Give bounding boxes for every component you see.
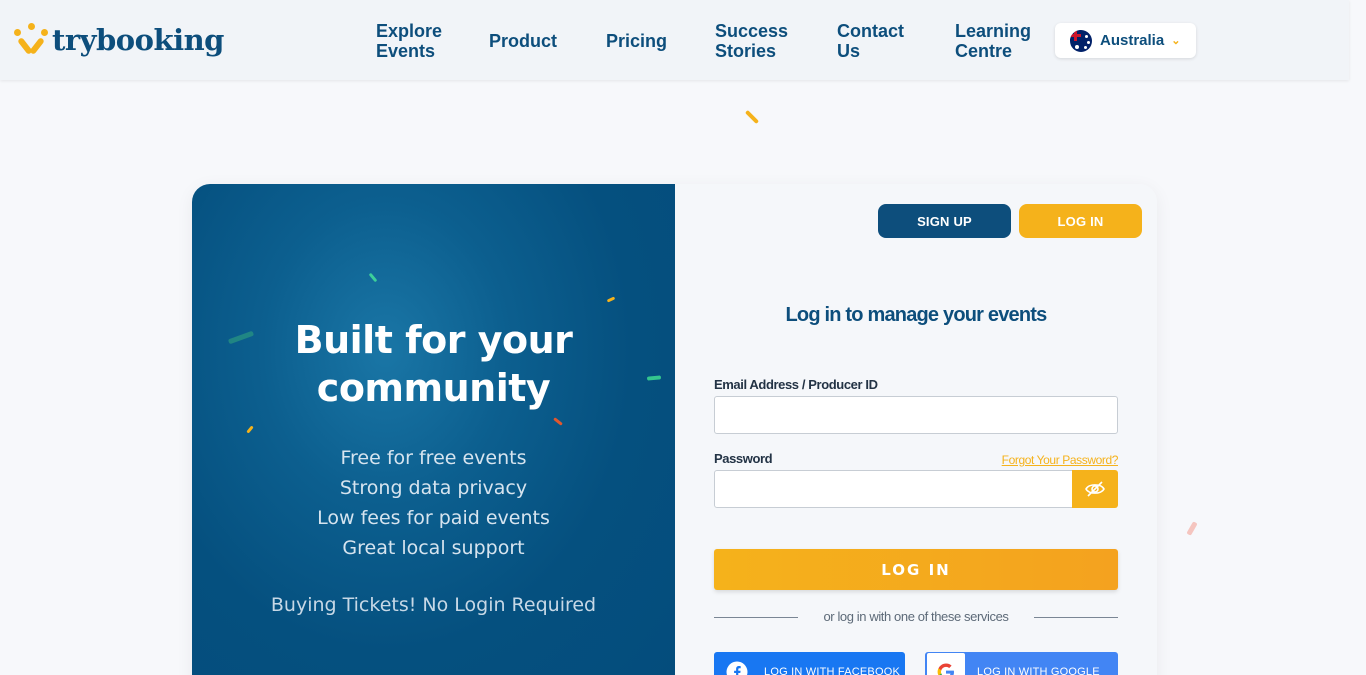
forgot-password-link[interactable]: Forgot Your Password? [1002, 453, 1119, 467]
google-login-button[interactable]: LOG IN WITH GOOGLE [925, 652, 1118, 675]
confetti-decoration [368, 272, 378, 283]
login-card: Built for your community Free for free e… [192, 184, 1157, 675]
feature-item: Strong data privacy [339, 477, 528, 499]
hero-title: Built for your community [192, 316, 675, 412]
nav-label: Centre [955, 41, 1013, 61]
nav-label: Events [376, 41, 436, 61]
login-submit-button[interactable]: LOG IN [714, 549, 1118, 590]
hero-title-line: community [316, 366, 551, 410]
nav-explore-events[interactable]: Explore Events [376, 21, 442, 61]
google-login-label: LOG IN WITH GOOGLE [977, 666, 1100, 675]
facebook-icon [722, 657, 752, 675]
email-label: Email Address / Producer ID [714, 377, 878, 392]
confetti-decoration [1186, 521, 1198, 536]
nav-label: Us [837, 41, 861, 61]
google-icon [927, 653, 965, 675]
buying-tickets-note: Buying Tickets! No Login Required [270, 594, 597, 616]
login-tab-button[interactable]: LOG IN [1019, 204, 1142, 238]
nav-label: Contact [837, 21, 904, 41]
toggle-password-visibility-button[interactable] [1072, 470, 1118, 508]
facebook-login-button[interactable]: LOG IN WITH FACEBOOK [714, 652, 905, 675]
login-form-panel: SIGN UP LOG IN Log in to manage your eve… [675, 184, 1157, 675]
eye-slash-icon [1085, 481, 1105, 497]
trybooking-logo[interactable]: trybooking [14, 20, 224, 60]
logo-mark-icon [14, 23, 48, 57]
feature-item: Great local support [342, 537, 525, 559]
signup-button[interactable]: SIGN UP [878, 204, 1011, 238]
facebook-login-label: LOG IN WITH FACEBOOK [764, 666, 901, 675]
australia-flag-icon [1070, 29, 1092, 52]
nav-learning-centre[interactable]: Learning Centre [955, 21, 1031, 61]
feature-item: Free for free events [340, 447, 527, 469]
country-label: Australia [1100, 32, 1165, 49]
confetti-decoration [606, 296, 616, 303]
country-selector[interactable]: Australia ⌄ [1055, 23, 1196, 58]
nav-label: Product [489, 31, 558, 51]
nav-pricing[interactable]: Pricing [606, 31, 667, 51]
password-field[interactable] [714, 470, 1073, 508]
nav-label: Pricing [606, 31, 668, 51]
confetti-decoration [744, 109, 760, 125]
nav-label: Learning [955, 21, 1032, 41]
hero-panel: Built for your community Free for free e… [192, 184, 675, 675]
chevron-down-icon: ⌄ [1171, 35, 1181, 47]
feature-list: Free for free events Strong data privacy… [192, 443, 675, 563]
password-label: Password [714, 451, 773, 466]
nav-contact-us[interactable]: Contact Us [837, 21, 904, 61]
form-title: Log in to manage your events [785, 304, 1048, 326]
feature-item: Low fees for paid events [317, 507, 550, 529]
nav-label: Explore [376, 21, 443, 41]
site-header: trybooking Explore Events Product Pricin… [0, 0, 1349, 80]
nav-success-stories[interactable]: Success Stories [715, 21, 788, 61]
hero-title-line: Built for your [294, 318, 573, 362]
confetti-decoration [553, 417, 563, 426]
logo-text: trybooking [52, 23, 224, 57]
nav-label: Stories [715, 41, 777, 61]
email-field[interactable] [714, 396, 1118, 434]
separator-line [1034, 617, 1118, 618]
nav-label: Success [715, 21, 789, 41]
confetti-decoration [246, 425, 254, 434]
nav-product[interactable]: Product [489, 31, 557, 51]
